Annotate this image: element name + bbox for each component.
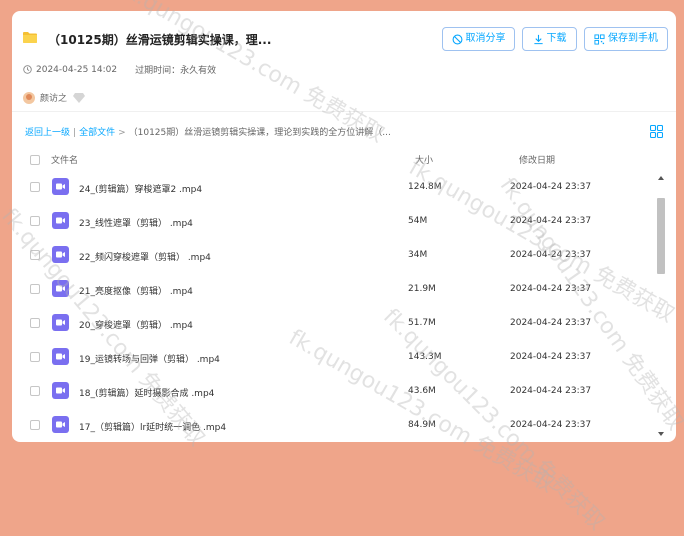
file-name[interactable]: 22_频闪穿梭遮罩（剪辑） .mp4 bbox=[79, 250, 211, 263]
column-modified[interactable]: 修改日期 bbox=[519, 153, 555, 166]
file-date: 2024-04-24 23:37 bbox=[510, 352, 592, 362]
select-all-checkbox[interactable] bbox=[30, 155, 40, 165]
share-meta: 2024-04-25 14:02 过期时间： 永久有效 bbox=[23, 63, 216, 76]
breadcrumb: 返回上一级 | 全部文件 > （10125期）丝滑运镜剪辑实操课，理论到实践的全方位讲解… bbox=[25, 125, 391, 138]
file-checkbox[interactable] bbox=[30, 352, 40, 362]
column-size[interactable]: 大小 bbox=[415, 153, 433, 166]
file-size: 34M bbox=[408, 250, 428, 260]
file-checkbox[interactable] bbox=[30, 284, 40, 294]
file-checkbox[interactable] bbox=[30, 216, 40, 226]
video-file-icon bbox=[52, 246, 69, 263]
file-date: 2024-04-24 23:37 bbox=[510, 216, 592, 226]
file-row[interactable]: 18_(剪辑篇）延时摄影合成 .mp4 43.6M 2024-04-24 23:37 bbox=[12, 374, 652, 408]
video-file-icon bbox=[52, 416, 69, 433]
back-link[interactable]: 返回上一级 bbox=[25, 128, 70, 138]
file-name[interactable]: 21_亮度抠像（剪辑） .mp4 bbox=[79, 284, 193, 297]
file-checkbox[interactable] bbox=[30, 386, 40, 396]
download-label: 下载 bbox=[546, 33, 567, 44]
file-row[interactable]: 19_运镜转场与回弹（剪辑） .mp4 143.3M 2024-04-24 23:3… bbox=[12, 340, 652, 374]
file-size: 43.6M bbox=[408, 386, 436, 396]
sharer-name: 颜访之 bbox=[40, 94, 68, 104]
file-name[interactable]: 19_运镜转场与回弹（剪辑） .mp4 bbox=[79, 352, 220, 365]
share-panel: （10125期）丝滑运镜剪辑实操课，理... 取消分享 下载 保存到手机 202… bbox=[12, 11, 676, 442]
column-header: 文件名 大小 修改日期 bbox=[12, 151, 676, 171]
file-name[interactable]: 23_线性遮罩（剪辑） .mp4 bbox=[79, 216, 193, 229]
share-title: （10125期）丝滑运镜剪辑实操课，理... bbox=[48, 33, 272, 47]
file-checkbox[interactable] bbox=[30, 318, 40, 328]
file-name[interactable]: 18_(剪辑篇）延时摄影合成 .mp4 bbox=[79, 386, 214, 399]
cancel-share-button[interactable]: 取消分享 bbox=[442, 27, 515, 51]
video-file-icon bbox=[52, 382, 69, 399]
cancel-share-label: 取消分享 bbox=[465, 33, 506, 44]
sharer: 颜访之 bbox=[23, 91, 86, 104]
download-icon bbox=[533, 34, 543, 44]
download-button[interactable]: 下载 bbox=[522, 27, 577, 51]
file-size: 21.9M bbox=[408, 284, 436, 294]
file-row[interactable]: 21_亮度抠像（剪辑） .mp4 21.9M 2024-04-24 23:37 bbox=[12, 272, 652, 306]
video-file-icon bbox=[52, 212, 69, 229]
ban-icon bbox=[452, 34, 462, 44]
avatar bbox=[23, 91, 35, 104]
file-size: 84.9M bbox=[408, 420, 436, 430]
file-name[interactable]: 24_(剪辑篇）穿梭遮罩2 .mp4 bbox=[79, 182, 202, 195]
file-size: 124.8M bbox=[408, 182, 442, 192]
file-date: 2024-04-24 23:37 bbox=[510, 420, 592, 430]
file-date: 2024-04-24 23:37 bbox=[510, 318, 592, 328]
scroll-down-arrow[interactable] bbox=[658, 432, 664, 436]
file-checkbox[interactable] bbox=[30, 420, 40, 430]
file-date: 2024-04-24 23:37 bbox=[510, 284, 592, 294]
file-name[interactable]: 20_穿梭遮罩（剪辑） .mp4 bbox=[79, 318, 193, 331]
scroll-up-arrow[interactable] bbox=[658, 176, 664, 180]
file-size: 51.7M bbox=[408, 318, 436, 328]
file-row[interactable]: 22_频闪穿梭遮罩（剪辑） .mp4 34M 2024-04-24 23:37 bbox=[12, 238, 652, 272]
file-size: 143.3M bbox=[408, 352, 442, 362]
save-to-phone-label: 保存到手机 bbox=[608, 33, 658, 44]
file-row[interactable]: 20_穿梭遮罩（剪辑） .mp4 51.7M 2024-04-24 23:37 bbox=[12, 306, 652, 340]
file-checkbox[interactable] bbox=[30, 250, 40, 260]
qr-code-icon bbox=[594, 33, 605, 45]
scrollbar[interactable] bbox=[655, 174, 667, 438]
folder-icon bbox=[23, 32, 37, 43]
scroll-thumb[interactable] bbox=[657, 198, 665, 274]
video-file-icon bbox=[52, 280, 69, 297]
video-file-icon bbox=[52, 314, 69, 331]
file-checkbox[interactable] bbox=[30, 182, 40, 192]
all-files-link[interactable]: 全部文件 bbox=[79, 128, 115, 138]
expire-label: 过期时间： bbox=[135, 66, 181, 76]
file-row[interactable]: 24_(剪辑篇）穿梭遮罩2 .mp4 124.8M 2024-04-24 23:37 bbox=[12, 170, 652, 204]
divider bbox=[12, 111, 676, 112]
share-date: 2024-04-25 14:02 bbox=[36, 64, 118, 75]
grid-view-icon[interactable] bbox=[650, 125, 663, 138]
vip-diamond-icon bbox=[73, 92, 86, 103]
breadcrumb-current: （10125期）丝滑运镜剪辑实操课，理论到实践的全方位讲解（... bbox=[128, 128, 391, 138]
clock-icon bbox=[23, 65, 32, 74]
column-name[interactable]: 文件名 bbox=[51, 153, 78, 166]
file-row[interactable]: 23_线性遮罩（剪辑） .mp4 54M 2024-04-24 23:37 bbox=[12, 204, 652, 238]
breadcrumb-separator: | bbox=[73, 128, 77, 138]
save-to-phone-button[interactable]: 保存到手机 bbox=[584, 27, 668, 51]
expire-value: 永久有效 bbox=[180, 66, 217, 76]
file-date: 2024-04-24 23:37 bbox=[510, 386, 592, 396]
file-size: 54M bbox=[408, 216, 428, 226]
file-list: 24_(剪辑篇）穿梭遮罩2 .mp4 124.8M 2024-04-24 23:37… bbox=[12, 170, 652, 442]
header: （10125期）丝滑运镜剪辑实操课，理... 取消分享 下载 保存到手机 bbox=[12, 11, 676, 66]
file-date: 2024-04-24 23:37 bbox=[510, 182, 592, 192]
file-date: 2024-04-24 23:37 bbox=[510, 250, 592, 260]
video-file-icon bbox=[52, 348, 69, 365]
video-file-icon bbox=[52, 178, 69, 195]
file-name[interactable]: 17_（剪辑篇）lr延时统一调色 .mp4 bbox=[79, 420, 226, 433]
file-row[interactable]: 17_（剪辑篇）lr延时统一调色 .mp4 84.9M 2024-04-24 23:… bbox=[12, 408, 652, 442]
breadcrumb-arrow: > bbox=[118, 128, 126, 138]
